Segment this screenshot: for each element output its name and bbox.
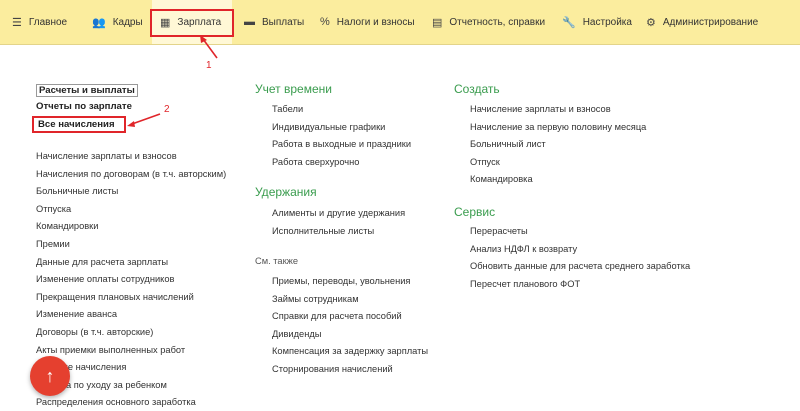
create-link-3[interactable]: Отпуск bbox=[470, 157, 500, 167]
annotation-label-1: 1 bbox=[206, 60, 212, 71]
col1-link-9[interactable]: Изменение аванса bbox=[36, 309, 117, 319]
heading-create: Создать bbox=[454, 82, 500, 96]
create-link-4[interactable]: Командировка bbox=[470, 174, 533, 184]
col1-link-7[interactable]: Изменение оплаты сотрудников bbox=[36, 274, 174, 284]
see-also-link-4[interactable]: Компенсация за задержку зарплаты bbox=[272, 346, 428, 356]
col1-link-10[interactable]: Договоры (в т.ч. авторские) bbox=[36, 327, 153, 337]
col1-link-11[interactable]: Акты приемки выполненных работ bbox=[36, 345, 185, 355]
heading-service: Сервис bbox=[454, 205, 496, 219]
col1-link-2[interactable]: Больничные листы bbox=[36, 186, 118, 196]
time-link-1[interactable]: Индивидуальные графики bbox=[272, 122, 385, 132]
col1-link-0[interactable]: Начисление зарплаты и взносов bbox=[36, 151, 177, 161]
deduction-link-1[interactable]: Исполнительные листы bbox=[272, 226, 374, 236]
col1-link-14[interactable]: Распределения основного заработка bbox=[36, 397, 196, 407]
time-link-0[interactable]: Табели bbox=[272, 104, 303, 114]
col1-link-4[interactable]: Командировки bbox=[36, 221, 98, 231]
time-link-2[interactable]: Работа в выходные и праздники bbox=[272, 139, 411, 149]
create-link-2[interactable]: Больничный лист bbox=[470, 139, 546, 149]
col1-link-3[interactable]: Отпуска bbox=[36, 204, 71, 214]
see-also-link-0[interactable]: Приемы, переводы, увольнения bbox=[272, 276, 410, 286]
create-link-1[interactable]: Начисление за первую половину месяца bbox=[470, 122, 646, 132]
scroll-to-top-button[interactable]: ↑ bbox=[30, 356, 70, 396]
link-payroll-and-payments[interactable]: Расчеты и выплаты bbox=[36, 84, 138, 97]
heading-deductions: Удержания bbox=[255, 185, 317, 199]
col1-link-1[interactable]: Начисления по договорам (в т.ч. авторски… bbox=[36, 169, 226, 179]
col1-link-6[interactable]: Данные для расчета зарплаты bbox=[36, 257, 168, 267]
deduction-link-0[interactable]: Алименты и другие удержания bbox=[272, 208, 405, 218]
col1-link-8[interactable]: Прекращения плановых начислений bbox=[36, 292, 194, 302]
link-payroll-reports[interactable]: Отчеты по зарплате bbox=[36, 101, 132, 112]
service-link-2[interactable]: Обновить данные для расчета среднего зар… bbox=[470, 261, 690, 271]
annotation-label-2: 2 bbox=[164, 104, 170, 115]
create-link-0[interactable]: Начисление зарплаты и взносов bbox=[470, 104, 611, 114]
service-link-0[interactable]: Перерасчеты bbox=[470, 226, 528, 236]
highlight-box-all-accruals bbox=[32, 116, 126, 133]
arrow-up-icon: ↑ bbox=[45, 365, 55, 386]
see-also-link-2[interactable]: Справки для расчета пособий bbox=[272, 311, 402, 321]
see-also-link-3[interactable]: Дивиденды bbox=[272, 329, 321, 339]
time-link-3[interactable]: Работа сверхурочно bbox=[272, 157, 359, 167]
service-link-3[interactable]: Пересчет планового ФОТ bbox=[470, 279, 580, 289]
see-also-link-1[interactable]: Займы сотрудникам bbox=[272, 294, 359, 304]
heading-see-also: См. также bbox=[255, 256, 299, 266]
see-also-link-5[interactable]: Сторнирования начислений bbox=[272, 364, 393, 374]
col1-link-5[interactable]: Премии bbox=[36, 239, 70, 249]
service-link-1[interactable]: Анализ НДФЛ к возврату bbox=[470, 244, 577, 254]
heading-time-tracking: Учет времени bbox=[255, 82, 332, 96]
